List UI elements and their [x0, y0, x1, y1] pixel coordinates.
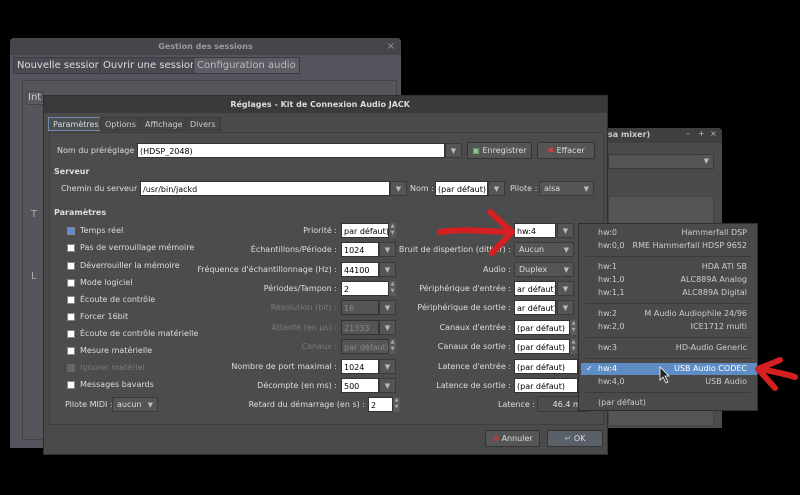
red-arrow-annotation — [755, 357, 798, 391]
red-arrow-annotation — [437, 209, 515, 256]
annotation-layer — [437, 209, 798, 391]
mouse-cursor-icon — [659, 366, 670, 384]
